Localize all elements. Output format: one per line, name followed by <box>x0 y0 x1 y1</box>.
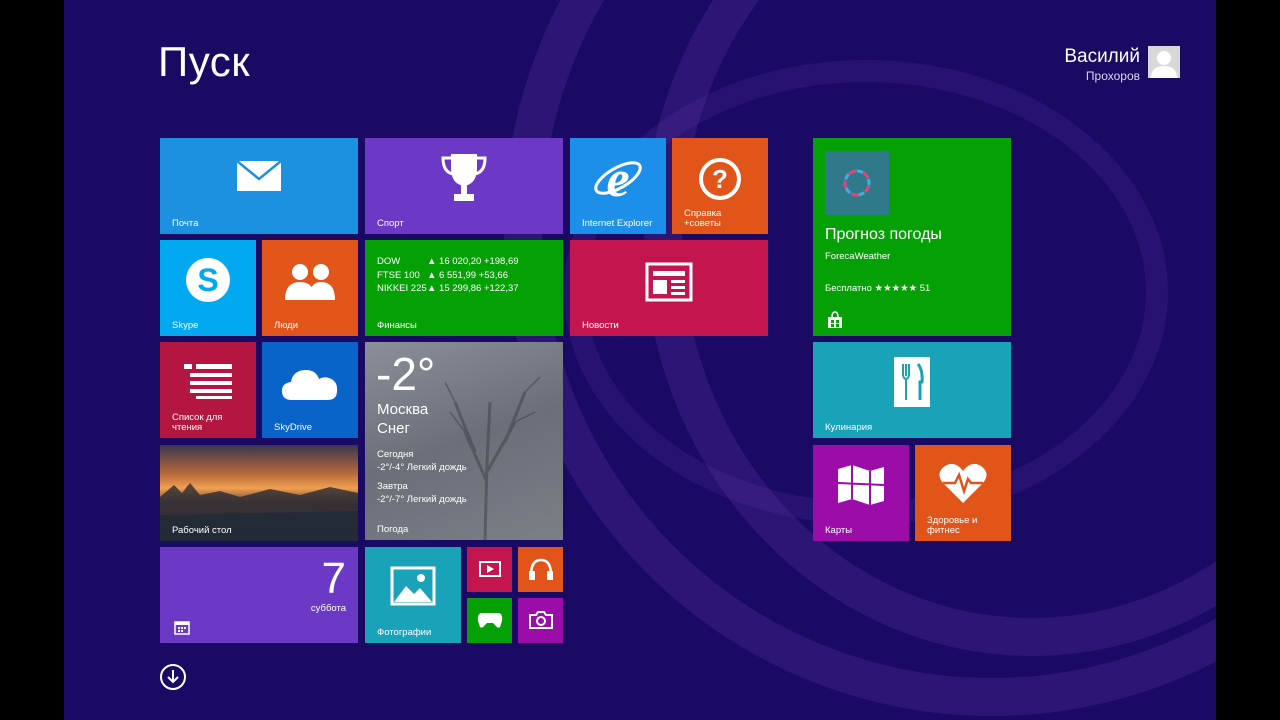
weather-app-title: Прогноз погоды <box>825 226 942 243</box>
camera-icon <box>528 611 553 629</box>
reading-list-icon <box>184 364 232 399</box>
tile-people[interactable]: Люди <box>262 240 358 336</box>
mail-icon <box>236 160 282 191</box>
tile-label: Карты <box>825 525 853 536</box>
ie-icon: e <box>594 152 642 204</box>
tile-label: SkyDrive <box>274 422 313 433</box>
weather-temperature: -2° <box>376 348 436 400</box>
svg-text:?: ? <box>712 164 728 194</box>
weather-today-forecast: -2°/-4° Легкий дождь <box>377 462 467 473</box>
calendar-day-number: 7 <box>321 554 346 603</box>
user-last-name: Прохоров <box>1085 69 1140 83</box>
tile-calendar[interactable]: 7 суббота <box>160 547 358 643</box>
tile-news[interactable]: Новости <box>570 240 768 336</box>
photo-icon <box>390 566 436 606</box>
ticker-name: DOW <box>377 256 401 267</box>
tile-label: Погода <box>377 524 409 535</box>
svg-text:S: S <box>197 262 218 298</box>
tile-skype[interactable]: S Skype <box>160 240 256 336</box>
xbox-gamepad-icon <box>477 613 502 628</box>
tile-weather[interactable]: -2° Москва Снег Сегодня -2°/-4° Легкий д… <box>365 342 563 540</box>
ticker-name: NIKKEI 225 <box>377 283 427 294</box>
weather-app-price-rating: Бесплатно ★★★★★ 51 <box>825 283 931 294</box>
tile-label: Кулинария <box>825 422 873 433</box>
ticker-value: ▲ 6 551,99 +53,66 <box>427 269 508 281</box>
tile-label: Люди <box>274 320 299 331</box>
tile-photos[interactable]: Фотографии <box>365 547 461 643</box>
tile-music[interactable] <box>518 547 563 592</box>
tile-label: Фотографии <box>377 627 432 638</box>
tile-sport[interactable]: Спорт <box>365 138 563 234</box>
weather-condition: Снег <box>377 420 410 437</box>
tile-reading-list[interactable]: Список для чтения <box>160 342 256 438</box>
user-first-name: Василий <box>1064 46 1140 67</box>
tile-label: Здоровье и фитнес <box>927 515 978 536</box>
tile-label: Новости <box>582 320 619 331</box>
tile-label: Почта <box>172 218 199 229</box>
tile-label: Спорт <box>377 218 404 229</box>
ticker-row: DOW ▲ 16 020,20 +198,69 <box>377 255 519 269</box>
heart-pulse-icon <box>939 463 987 503</box>
tile-video[interactable] <box>467 547 512 592</box>
weather-tomorrow-title: Завтра <box>377 481 408 492</box>
tile-cooking[interactable]: Кулинария <box>813 342 1011 438</box>
calendar-icon <box>174 621 190 635</box>
avatar[interactable] <box>1148 46 1180 78</box>
ticker-row: NIKKEI 225 ▲ 15 299,86 +122,37 <box>377 282 519 296</box>
tile-mail[interactable]: Почта <box>160 138 358 234</box>
tile-skydrive[interactable]: SkyDrive <box>262 342 358 438</box>
ticker-value: ▲ 16 020,20 +198,69 <box>427 256 519 267</box>
finance-ticker: DOW ▲ 16 020,20 +198,69 FTSE 100 ▲ 6 551,9… <box>377 255 519 296</box>
newspaper-icon <box>645 262 693 302</box>
map-icon <box>837 465 885 505</box>
tile-maps[interactable]: Карты <box>813 445 909 541</box>
tile-weather-app[interactable]: Прогноз погоды ForecaWeather Бесплатно ★… <box>813 138 1011 336</box>
left-letterbox <box>0 0 64 720</box>
weather-app-icon <box>843 169 871 197</box>
ticker-name: FTSE 100 <box>377 269 420 281</box>
tile-desktop[interactable]: Рабочий стол <box>160 445 358 541</box>
tile-label: Список для чтения <box>172 412 223 433</box>
page-title: Пуск <box>158 38 251 85</box>
tile-label: Рабочий стол <box>172 525 232 536</box>
tile-label: Финансы <box>377 320 417 331</box>
all-apps-button[interactable] <box>160 664 186 690</box>
tile-camera[interactable] <box>518 598 563 643</box>
tile-label: Internet Explorer <box>582 218 653 229</box>
weather-tomorrow-forecast: -2°/-7° Легкий дождь <box>377 494 467 505</box>
ticker-row: FTSE 100 ▲ 6 551,99 +53,66 <box>377 269 519 283</box>
tile-finance[interactable]: DOW ▲ 16 020,20 +198,69 FTSE 100 ▲ 6 551,9… <box>365 240 563 336</box>
trophy-icon <box>441 154 487 201</box>
tile-health[interactable]: Здоровье и фитнес <box>915 445 1011 541</box>
store-bag-icon <box>828 311 842 328</box>
user-icon <box>1151 51 1177 78</box>
cutlery-icon <box>894 357 930 407</box>
ticker-value: ▲ 15 299,86 +122,37 <box>427 283 519 294</box>
weather-city: Москва <box>377 401 429 418</box>
people-icon <box>285 264 335 300</box>
cloud-icon <box>282 370 338 400</box>
weather-today-title: Сегодня <box>377 449 414 460</box>
tile-internet-explorer[interactable]: e Internet Explorer <box>570 138 666 234</box>
tile-label: Справка +советы <box>684 208 722 229</box>
skype-icon: S <box>186 258 230 302</box>
question-icon: ? <box>699 158 741 200</box>
calendar-day-name: суббота <box>310 603 346 614</box>
right-letterbox <box>1216 0 1280 720</box>
arrow-down-icon <box>167 670 179 684</box>
svg-text:e: e <box>606 152 629 204</box>
tile-label: Skype <box>172 320 199 331</box>
headphones-icon <box>528 558 553 580</box>
tile-help[interactable]: ? Справка +советы <box>672 138 768 234</box>
tile-games[interactable] <box>467 598 512 643</box>
weather-app-logo <box>825 151 889 215</box>
user-account[interactable]: Василий Прохоров <box>1064 46 1180 84</box>
video-icon <box>478 561 501 577</box>
start-screen: Пуск Василий Прохоров Почта Спорт e Inte… <box>64 0 1216 720</box>
weather-app-publisher: ForecaWeather <box>825 251 891 262</box>
